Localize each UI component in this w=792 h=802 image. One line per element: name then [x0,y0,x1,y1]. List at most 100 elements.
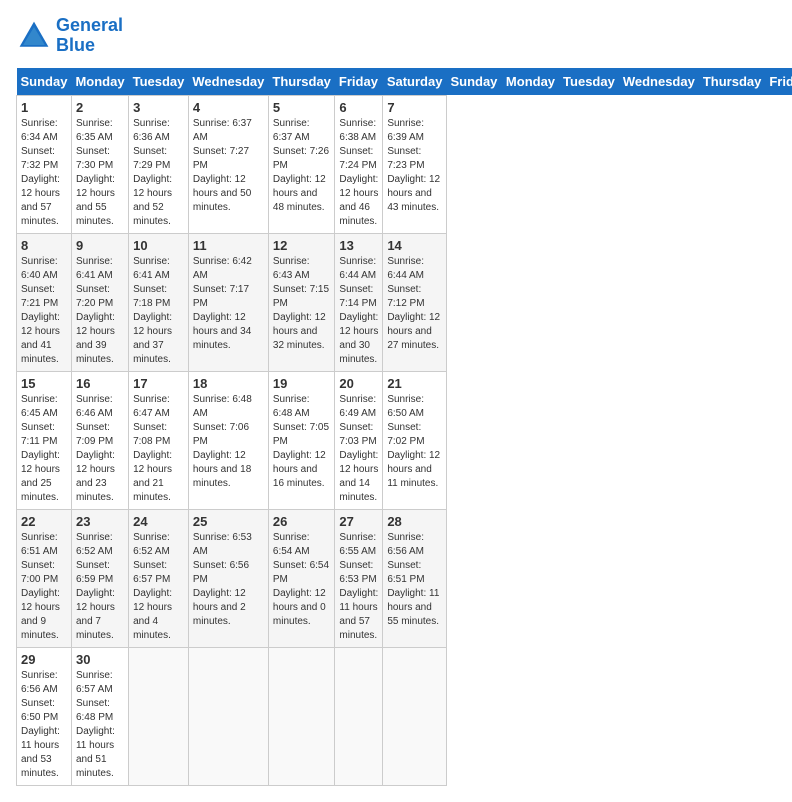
calendar-cell: 5Sunrise: 6:37 AMSunset: 7:26 PMDaylight… [268,95,335,233]
calendar-cell: 21 Sunrise: 6:50 AMSunset: 7:02 PMDayligh… [383,371,447,509]
calendar-cell [383,647,447,785]
calendar-cell: 30 Sunrise: 6:57 AMSunset: 6:48 PMDayligh… [71,647,128,785]
day-number: 25 [193,514,264,529]
day-info: Sunrise: 6:36 AMSunset: 7:29 PMDaylight:… [133,117,184,229]
day-number: 16 [76,376,124,391]
day-info: Sunrise: 6:40 AMSunset: 7:21 PMDaylight:… [21,255,67,367]
day-number: 27 [339,514,378,529]
calendar-header-row: SundayMondayTuesdayWednesdayThursdayFrid… [17,68,792,96]
column-header-tuesday: Tuesday [129,68,189,96]
day-info: Sunrise: 6:41 AMSunset: 7:18 PMDaylight:… [133,255,184,367]
calendar-cell: 26 Sunrise: 6:54 AMSunset: 6:54 PMDayligh… [268,509,335,647]
day-info: Sunrise: 6:48 AMSunset: 7:06 PMDaylight:… [193,393,264,491]
day-number: 29 [21,652,67,667]
calendar-cell: 3 Sunrise: 6:36 AMSunset: 7:29 PMDaylight… [129,95,189,233]
logo-text: General Blue [56,16,123,56]
day-number: 1 [21,100,67,115]
day-number: 11 [193,238,264,253]
calendar-cell: 2 Sunrise: 6:35 AMSunset: 7:30 PMDaylight… [71,95,128,233]
day-info: Sunrise: 6:37 AMSunset: 7:26 PMDaylight:… [273,117,331,215]
column-header-monday: Monday [71,68,128,96]
day-info: Sunrise: 6:55 AMSunset: 6:53 PMDaylight:… [339,531,378,643]
day-number: 18 [193,376,264,391]
calendar-cell: 24 Sunrise: 6:52 AMSunset: 6:57 PMDayligh… [129,509,189,647]
day-number: 6 [339,100,378,115]
calendar-cell: 29 Sunrise: 6:56 AMSunset: 6:50 PMDayligh… [17,647,72,785]
day-number: 2 [76,100,124,115]
logo: General Blue [16,16,123,56]
day-number: 21 [387,376,442,391]
calendar-cell: 12 Sunrise: 6:43 AMSunset: 7:15 PMDayligh… [268,233,335,371]
logo-icon [16,18,52,54]
day-number: 24 [133,514,184,529]
day-number: 23 [76,514,124,529]
day-info: Sunrise: 6:41 AMSunset: 7:20 PMDaylight:… [76,255,124,367]
day-info: Sunrise: 6:39 AMSunset: 7:23 PMDaylight:… [387,117,442,215]
column-header-saturday: Saturday [383,68,447,96]
calendar-cell: 25 Sunrise: 6:53 AMSunset: 6:56 PMDayligh… [188,509,268,647]
day-info: Sunrise: 6:54 AMSunset: 6:54 PMDaylight:… [273,531,331,629]
day-info: Sunrise: 6:56 AMSunset: 6:50 PMDaylight:… [21,669,67,781]
day-number: 22 [21,514,67,529]
calendar-cell: 9Sunrise: 6:41 AMSunset: 7:20 PMDaylight… [71,233,128,371]
calendar-cell [268,647,335,785]
day-info: Sunrise: 6:44 AMSunset: 7:14 PMDaylight:… [339,255,378,367]
day-info: Sunrise: 6:53 AMSunset: 6:56 PMDaylight:… [193,531,264,629]
day-info: Sunrise: 6:42 AMSunset: 7:17 PMDaylight:… [193,255,264,353]
day-info: Sunrise: 6:35 AMSunset: 7:30 PMDaylight:… [76,117,124,229]
calendar-cell: 8Sunrise: 6:40 AMSunset: 7:21 PMDaylight… [17,233,72,371]
calendar-cell: 4 Sunrise: 6:37 AMSunset: 7:27 PMDaylight… [188,95,268,233]
day-info: Sunrise: 6:45 AMSunset: 7:11 PMDaylight:… [21,393,67,505]
day-info: Sunrise: 6:51 AMSunset: 7:00 PMDaylight:… [21,531,67,643]
calendar-cell: 18 Sunrise: 6:48 AMSunset: 7:06 PMDayligh… [188,371,268,509]
calendar-cell: 17 Sunrise: 6:47 AMSunset: 7:08 PMDayligh… [129,371,189,509]
day-info: Sunrise: 6:57 AMSunset: 6:48 PMDaylight:… [76,669,124,781]
day-number: 15 [21,376,67,391]
calendar-cell [188,647,268,785]
calendar-cell: 16 Sunrise: 6:46 AMSunset: 7:09 PMDayligh… [71,371,128,509]
day-number: 3 [133,100,184,115]
column-header-friday: Friday [335,68,383,96]
calendar-cell: 15 Sunrise: 6:45 AMSunset: 7:11 PMDayligh… [17,371,72,509]
day-info: Sunrise: 6:52 AMSunset: 6:59 PMDaylight:… [76,531,124,643]
day-number: 12 [273,238,331,253]
page-header: General Blue [16,16,776,56]
column-header-wednesday: Wednesday [619,68,699,96]
day-info: Sunrise: 6:44 AMSunset: 7:12 PMDaylight:… [387,255,442,353]
calendar-cell: 11 Sunrise: 6:42 AMSunset: 7:17 PMDayligh… [188,233,268,371]
column-header-friday: Friday [765,68,792,96]
calendar-cell: 14Sunrise: 6:44 AMSunset: 7:12 PMDayligh… [383,233,447,371]
calendar-cell: 23 Sunrise: 6:52 AMSunset: 6:59 PMDayligh… [71,509,128,647]
column-header-thursday: Thursday [268,68,335,96]
column-header-monday: Monday [502,68,559,96]
calendar-cell: 1Sunrise: 6:34 AMSunset: 7:32 PMDaylight… [17,95,72,233]
column-header-sunday: Sunday [446,68,501,96]
calendar-week-2: 8Sunrise: 6:40 AMSunset: 7:21 PMDaylight… [17,233,792,371]
day-info: Sunrise: 6:47 AMSunset: 7:08 PMDaylight:… [133,393,184,505]
day-number: 26 [273,514,331,529]
calendar-cell: 19 Sunrise: 6:48 AMSunset: 7:05 PMDayligh… [268,371,335,509]
day-number: 28 [387,514,442,529]
calendar-table: SundayMondayTuesdayWednesdayThursdayFrid… [16,68,792,786]
calendar-week-4: 22 Sunrise: 6:51 AMSunset: 7:00 PMDayligh… [17,509,792,647]
day-info: Sunrise: 6:52 AMSunset: 6:57 PMDaylight:… [133,531,184,643]
calendar-cell [129,647,189,785]
calendar-cell: 20Sunrise: 6:49 AMSunset: 7:03 PMDayligh… [335,371,383,509]
day-info: Sunrise: 6:50 AMSunset: 7:02 PMDaylight:… [387,393,442,491]
day-number: 17 [133,376,184,391]
calendar-cell: 13 Sunrise: 6:44 AMSunset: 7:14 PMDayligh… [335,233,383,371]
day-number: 4 [193,100,264,115]
day-info: Sunrise: 6:48 AMSunset: 7:05 PMDaylight:… [273,393,331,491]
day-info: Sunrise: 6:46 AMSunset: 7:09 PMDaylight:… [76,393,124,505]
day-number: 10 [133,238,184,253]
day-number: 19 [273,376,331,391]
day-number: 20 [339,376,378,391]
day-number: 7 [387,100,442,115]
day-number: 30 [76,652,124,667]
column-header-thursday: Thursday [699,68,766,96]
calendar-week-1: 1Sunrise: 6:34 AMSunset: 7:32 PMDaylight… [17,95,792,233]
calendar-week-5: 29 Sunrise: 6:56 AMSunset: 6:50 PMDayligh… [17,647,792,785]
day-number: 13 [339,238,378,253]
day-info: Sunrise: 6:43 AMSunset: 7:15 PMDaylight:… [273,255,331,353]
day-info: Sunrise: 6:37 AMSunset: 7:27 PMDaylight:… [193,117,264,215]
